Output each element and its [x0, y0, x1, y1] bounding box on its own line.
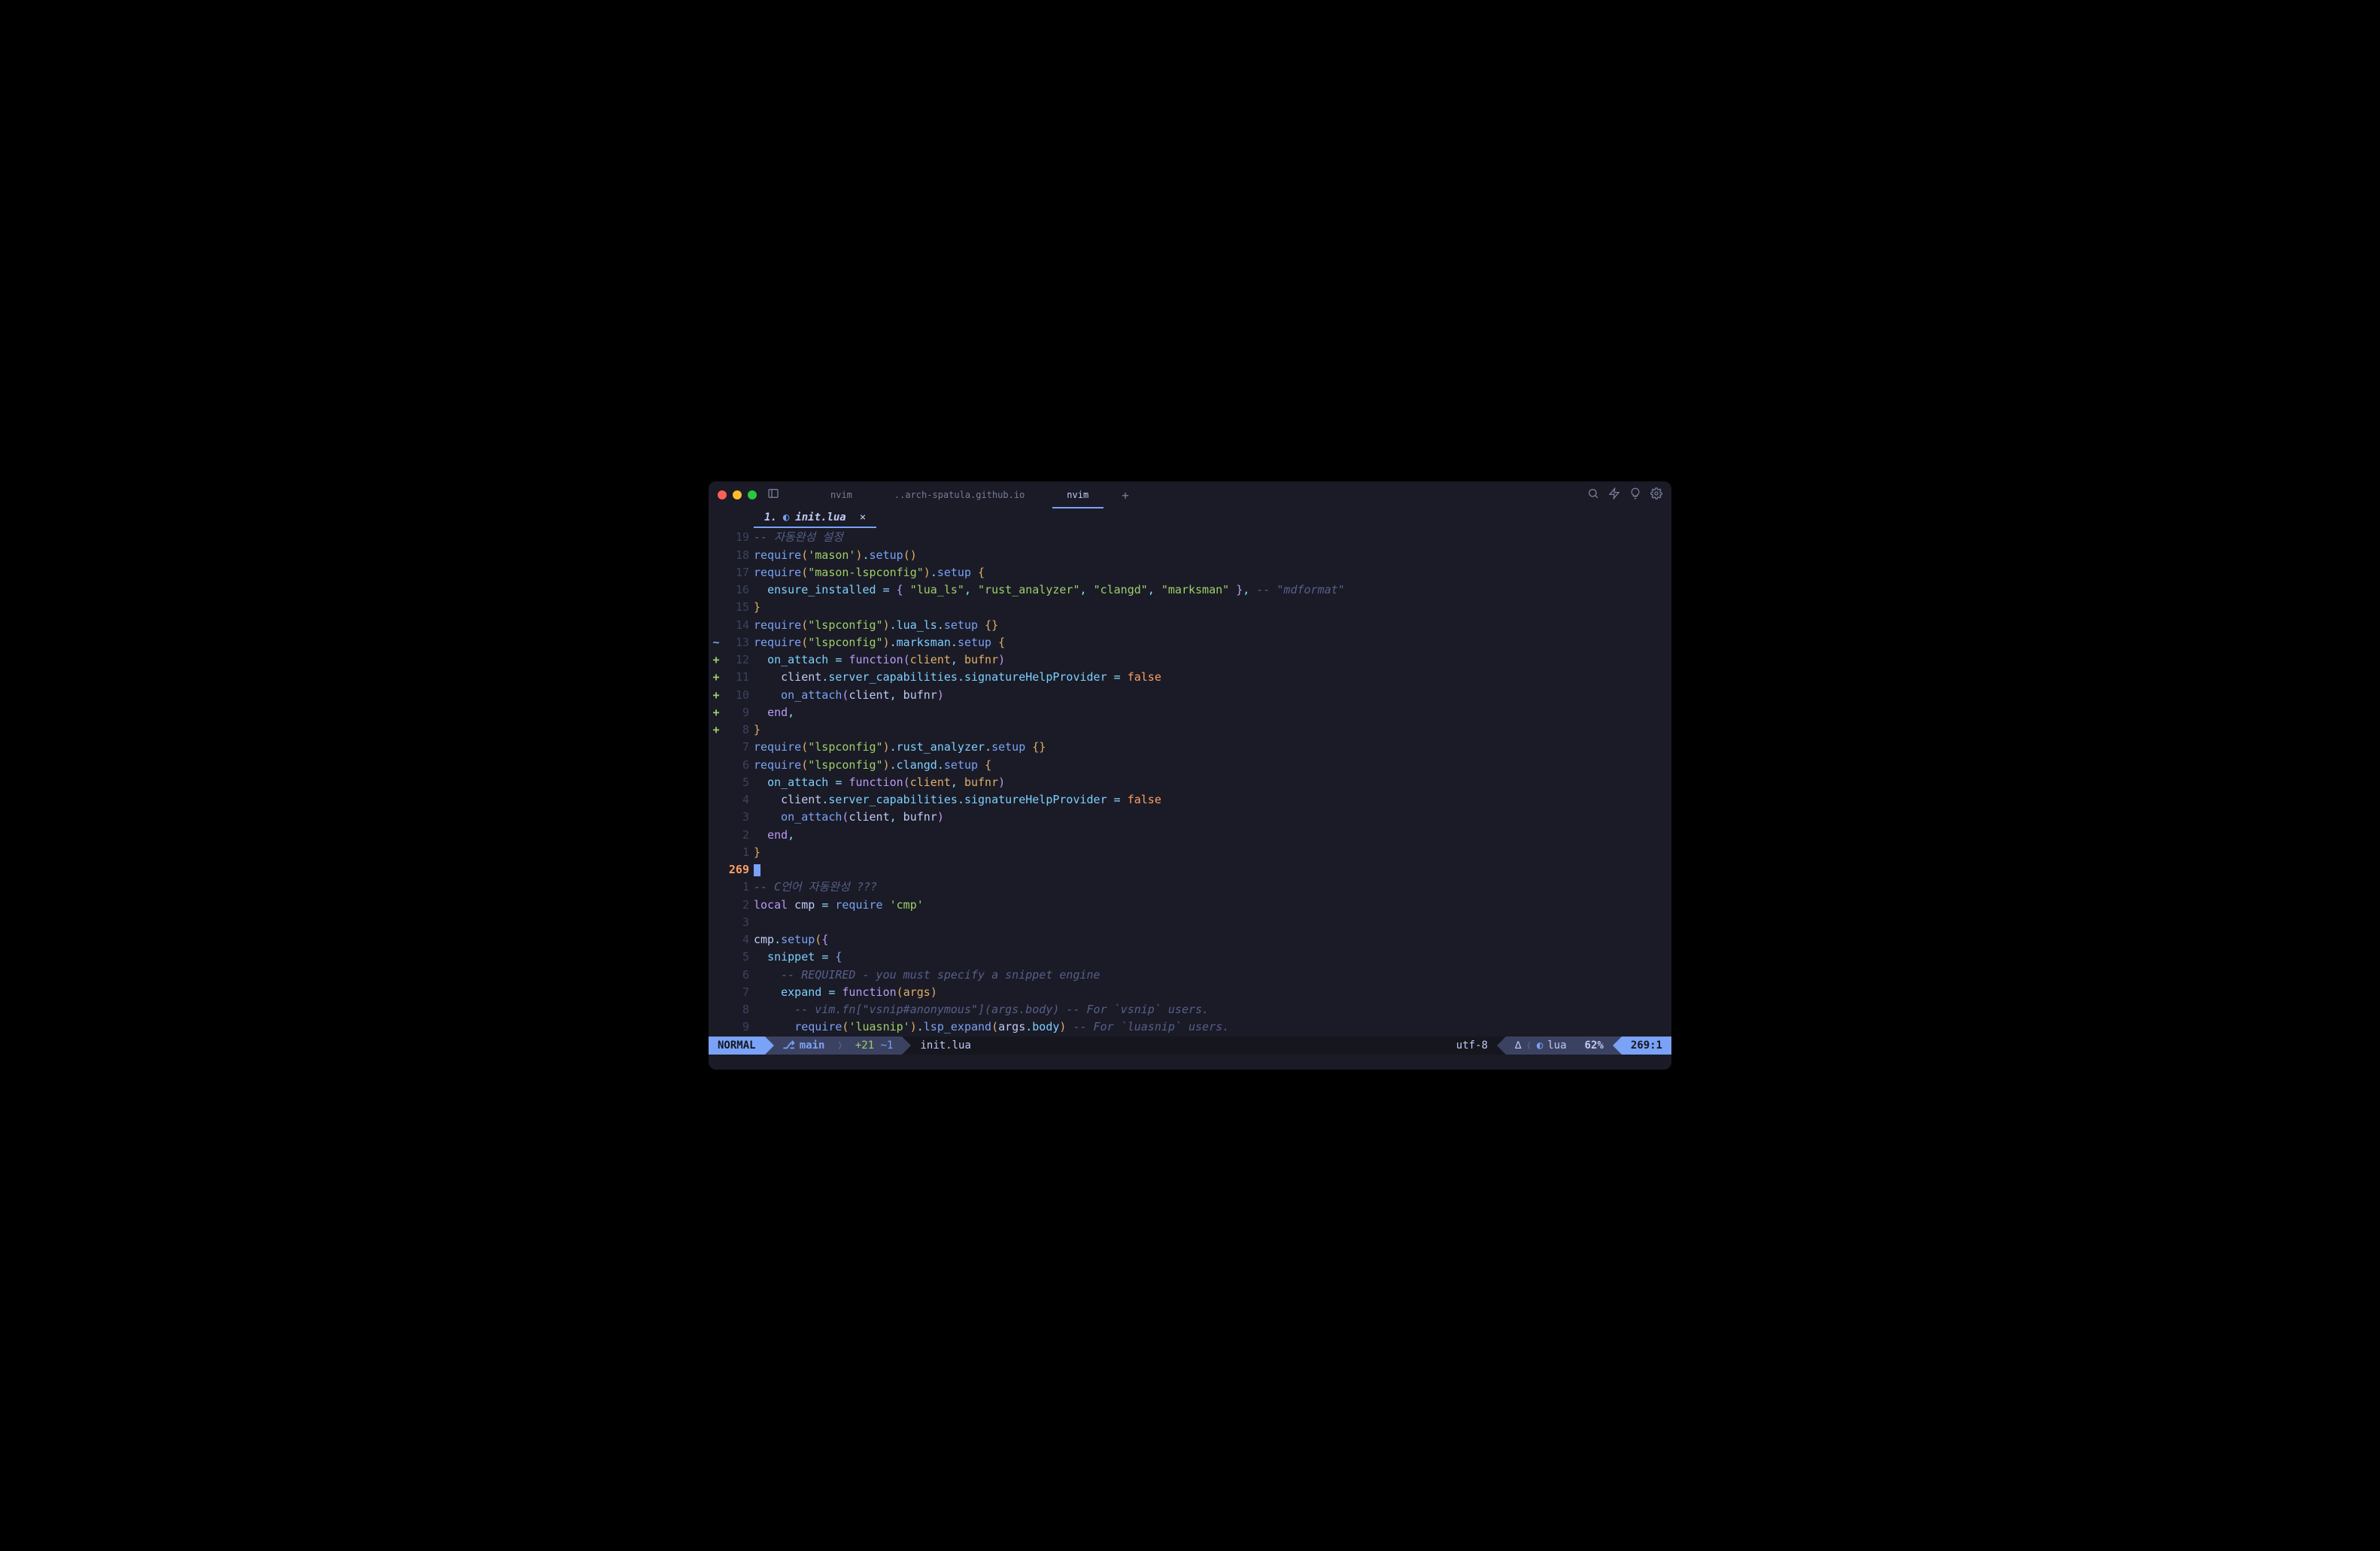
- code-line[interactable]: require("lspconfig").marksman.setup {: [754, 634, 1671, 651]
- code-line[interactable]: require('luasnip').lsp_expand(args.body)…: [754, 1018, 1671, 1036]
- terminal-tabs: nvim ..arch-spatula.github.io nvim +: [809, 481, 1141, 508]
- filetype-segment: ∆ ❬ ◐ lua: [1506, 1037, 1576, 1055]
- code-line[interactable]: client.server_capabilities.signatureHelp…: [754, 669, 1671, 686]
- gear-icon[interactable]: [1650, 487, 1662, 502]
- close-icon[interactable]: ×: [860, 511, 866, 524]
- encoding-segment: utf-8: [1447, 1037, 1497, 1055]
- buffer-filename: init.lua: [795, 511, 845, 524]
- code-line[interactable]: on_attach = function(client, bufnr): [754, 774, 1671, 791]
- search-icon[interactable]: [1587, 487, 1599, 502]
- buffer-tab-active[interactable]: 1. ◐ init.lua ×: [754, 508, 876, 528]
- mode-indicator: NORMAL: [709, 1037, 765, 1055]
- line-number-gutter: 1918171615141312111098765432126912345678…: [724, 529, 754, 1036]
- code-line[interactable]: on_attach(client, bufnr): [754, 687, 1671, 704]
- traffic-lights: [718, 490, 757, 499]
- sidebar-icon[interactable]: [767, 487, 779, 502]
- sign-column: ~+++++: [709, 529, 724, 1036]
- bulb-icon[interactable]: [1629, 487, 1641, 502]
- code-line[interactable]: require("lspconfig").clangd.setup {: [754, 757, 1671, 774]
- code-line[interactable]: on_attach(client, bufnr): [754, 809, 1671, 826]
- filetype-label: lua: [1547, 1040, 1566, 1052]
- buffer-index: 1.: [764, 511, 777, 524]
- code-line[interactable]: }: [754, 844, 1671, 861]
- linux-icon: ∆: [1515, 1040, 1521, 1052]
- separator: [1497, 1037, 1506, 1055]
- git-diff-stats: +21 ~1: [846, 1037, 903, 1055]
- bolt-icon[interactable]: [1608, 487, 1620, 502]
- code-line[interactable]: -- REQUIRED - you must specify a snippet…: [754, 967, 1671, 984]
- percent-segment: 62%: [1576, 1037, 1613, 1055]
- statusline-spacer: [980, 1037, 1447, 1055]
- position-segment: 269:1: [1622, 1037, 1671, 1055]
- code-line[interactable]: end,: [754, 704, 1671, 721]
- code-line[interactable]: [754, 914, 1671, 931]
- separator: [902, 1037, 911, 1055]
- cursor: [754, 864, 760, 877]
- code-line[interactable]: require("mason-lspconfig").setup {: [754, 564, 1671, 581]
- new-tab-button[interactable]: +: [1110, 481, 1141, 508]
- maximize-window-button[interactable]: [748, 490, 757, 499]
- separator: ❭: [833, 1037, 845, 1055]
- lua-icon: ◐: [1537, 1040, 1543, 1052]
- terminal-window: nvim ..arch-spatula.github.io nvim + 1. …: [709, 481, 1671, 1069]
- code-line[interactable]: -- 자동완성 설정: [754, 529, 1671, 546]
- separator: [1613, 1037, 1622, 1055]
- command-line[interactable]: [709, 1055, 1671, 1070]
- code-line[interactable]: on_attach = function(client, bufnr): [754, 651, 1671, 669]
- diff-changed: ~1: [881, 1040, 894, 1052]
- code-line[interactable]: local cmp = require 'cmp': [754, 897, 1671, 914]
- code-line[interactable]: cmp.setup({: [754, 931, 1671, 949]
- code-line[interactable]: require("lspconfig").rust_analyzer.setup…: [754, 739, 1671, 756]
- terminal-tab[interactable]: nvim: [809, 481, 873, 508]
- code-line[interactable]: client.server_capabilities.signatureHelp…: [754, 791, 1671, 809]
- editor-area[interactable]: ~+++++ 191817161514131211109876543212691…: [709, 529, 1671, 1036]
- branch-name: main: [800, 1040, 825, 1052]
- code-line[interactable]: snippet = {: [754, 949, 1671, 966]
- code-line[interactable]: [754, 861, 1671, 879]
- code-line[interactable]: -- vim.fn["vsnip#anonymous"](args.body) …: [754, 1001, 1671, 1018]
- code-line[interactable]: require("lspconfig").lua_ls.setup {}: [754, 617, 1671, 634]
- statusline: NORMAL ⎇ main ❭ +21 ~1 init.lua utf-8 ∆ …: [709, 1037, 1671, 1055]
- branch-icon: ⎇: [783, 1040, 795, 1052]
- code-line[interactable]: }: [754, 599, 1671, 616]
- separator: [765, 1037, 774, 1055]
- titlebar: nvim ..arch-spatula.github.io nvim +: [709, 481, 1671, 508]
- code-line[interactable]: expand = function(args): [754, 984, 1671, 1001]
- minimize-window-button[interactable]: [733, 490, 742, 499]
- buffer-tabline: 1. ◐ init.lua ×: [709, 508, 1671, 529]
- diff-added: +21: [855, 1040, 874, 1052]
- close-window-button[interactable]: [718, 490, 727, 499]
- git-branch: ⎇ main: [774, 1037, 834, 1055]
- code-line[interactable]: end,: [754, 827, 1671, 844]
- code-line[interactable]: require('mason').setup(): [754, 547, 1671, 564]
- code-line[interactable]: -- C언어 자동완성 ???: [754, 879, 1671, 896]
- code-line[interactable]: }: [754, 721, 1671, 739]
- filename-segment: init.lua: [911, 1037, 979, 1055]
- titlebar-actions: [1587, 487, 1662, 502]
- terminal-tab[interactable]: ..arch-spatula.github.io: [873, 481, 1046, 508]
- code-content[interactable]: -- 자동완성 설정require('mason').setup()requir…: [754, 529, 1671, 1036]
- terminal-tab-active[interactable]: nvim: [1046, 481, 1110, 508]
- lua-icon: ◐: [783, 511, 789, 524]
- code-line[interactable]: ensure_installed = { "lua_ls", "rust_ana…: [754, 581, 1671, 599]
